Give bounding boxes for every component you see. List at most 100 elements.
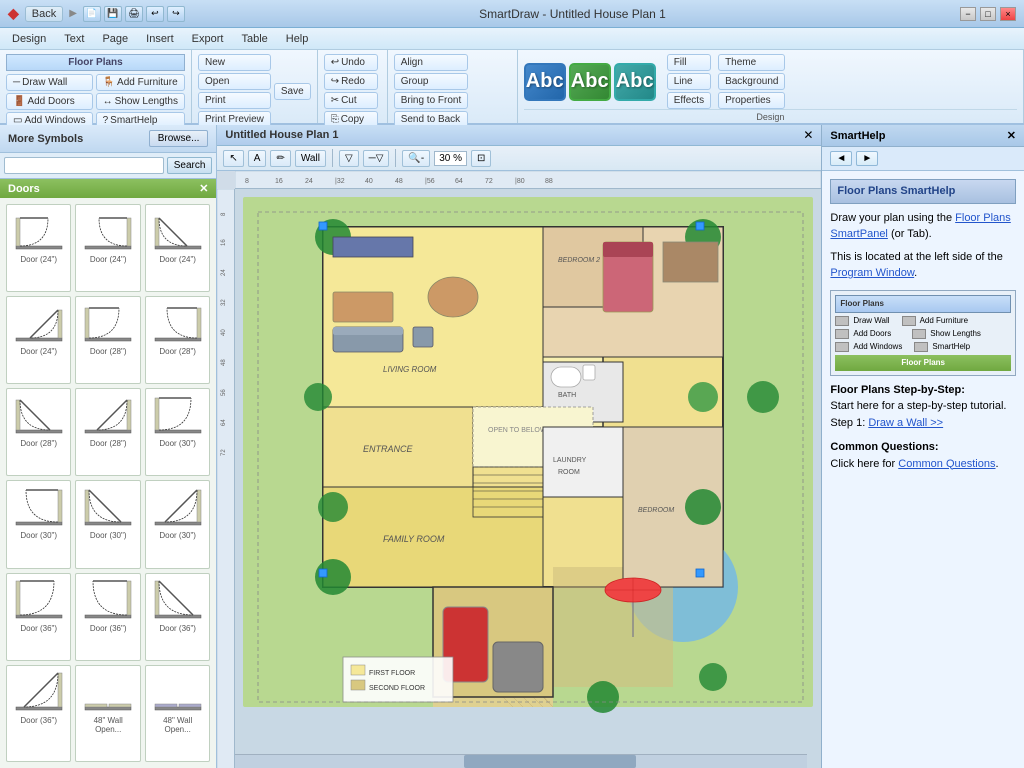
menu-page[interactable]: Page: [94, 31, 136, 47]
background-btn[interactable]: Background: [718, 73, 785, 90]
door-label: Door (30"): [90, 531, 127, 540]
list-item[interactable]: Door (30"): [75, 480, 140, 568]
smarthelp-forward-btn[interactable]: ►: [856, 151, 878, 166]
common-questions-link[interactable]: Common Questions: [898, 458, 995, 470]
left-panel: More Symbols Browse... Search Doors ✕: [0, 125, 217, 768]
style-abc-1[interactable]: Abc: [524, 63, 566, 101]
add-doors-btn[interactable]: 🚪 Add Doors: [6, 93, 93, 110]
list-item[interactable]: 48" Wall Open...: [75, 665, 140, 762]
svg-text:48: 48: [221, 359, 227, 366]
list-item[interactable]: Door (28"): [6, 388, 71, 476]
svg-text:16: 16: [221, 239, 227, 246]
undo-btn[interactable]: ↩ Undo: [324, 54, 378, 71]
list-item[interactable]: Door (36"): [75, 573, 140, 661]
doors-close-icon[interactable]: ✕: [199, 182, 208, 195]
h-scrollbar-thumb[interactable]: [464, 755, 636, 768]
save-btn[interactable]: Save: [274, 83, 311, 100]
bring-front-btn[interactable]: Bring to Front: [394, 92, 469, 109]
new-doc-icon[interactable]: 📄: [83, 6, 101, 22]
print-icon[interactable]: 🖨: [125, 6, 143, 22]
search-input[interactable]: [4, 157, 164, 174]
menu-help[interactable]: Help: [278, 31, 317, 47]
canvas-viewport[interactable]: LIVING ROOM MASTER BEDROOM BEDROOM 2 BAT…: [235, 189, 821, 768]
redo-btn[interactable]: ↪ Redo: [324, 73, 378, 90]
list-item[interactable]: Door (24"): [145, 204, 210, 292]
canvas-header-controls: ✕: [803, 128, 813, 142]
list-item[interactable]: Door (36"): [145, 573, 210, 661]
list-item[interactable]: Door (30"): [6, 480, 71, 568]
pen-tool[interactable]: ✏: [270, 150, 290, 167]
select-tool[interactable]: ↖: [223, 150, 243, 167]
save-icon[interactable]: 💾: [104, 6, 122, 22]
list-item[interactable]: Door (24"): [6, 204, 71, 292]
close-canvas-icon[interactable]: ✕: [803, 128, 813, 142]
door-icon: [153, 392, 203, 437]
list-item[interactable]: Door (24"): [75, 204, 140, 292]
browse-button[interactable]: Browse...: [149, 130, 209, 147]
text-tool[interactable]: A: [248, 150, 267, 167]
search-button[interactable]: Search: [167, 157, 213, 174]
fill-btn[interactable]: Fill: [667, 54, 711, 71]
theme-btn[interactable]: Theme: [718, 54, 785, 71]
list-item[interactable]: Door (28"): [75, 296, 140, 384]
align-btn[interactable]: Align: [394, 54, 469, 71]
list-item[interactable]: Door (28"): [145, 296, 210, 384]
app-title: SmartDraw - Untitled House Plan 1: [479, 7, 666, 21]
properties-btn[interactable]: Properties: [718, 92, 785, 109]
list-item[interactable]: 48" Wall Open...: [145, 665, 210, 762]
list-item[interactable]: Door (30"): [145, 480, 210, 568]
door-icon: [14, 577, 64, 622]
minimize-button[interactable]: −: [960, 7, 976, 21]
line-style[interactable]: ─▽: [363, 150, 390, 167]
smarthelp-back-btn[interactable]: ◄: [830, 151, 852, 166]
close-button[interactable]: ×: [1000, 7, 1016, 21]
title-bar-left: ◆ Back ▶ 📄 💾 🖨 ↩ ↪: [8, 5, 185, 22]
open-btn[interactable]: Open: [198, 73, 271, 90]
style-abc-2[interactable]: Abc: [569, 63, 611, 101]
h-scrollbar[interactable]: [235, 754, 807, 768]
zoom-out[interactable]: 🔍-: [402, 150, 430, 167]
redo-icon[interactable]: ↪: [167, 6, 185, 22]
wall-tool[interactable]: Wall: [295, 150, 326, 167]
ribbon-document: New Open Print Print Preview Save Docume…: [192, 50, 318, 123]
door-icon: [83, 669, 133, 714]
menu-export[interactable]: Export: [184, 31, 232, 47]
show-lengths-btn[interactable]: ↔ Show Lengths: [96, 93, 185, 110]
draw-wall-link[interactable]: Draw a Wall >>: [868, 417, 943, 429]
close-smarthelp-icon[interactable]: ✕: [1007, 129, 1016, 142]
shape-select[interactable]: ▽: [339, 150, 359, 167]
cut-btn[interactable]: ✂ Cut: [324, 92, 378, 109]
door-icon: [153, 208, 203, 253]
add-furniture-btn[interactable]: 🪑 Add Furniture: [96, 74, 185, 91]
mini-row-3: Add Windows SmartHelp: [835, 341, 1011, 353]
list-item[interactable]: Door (36"): [6, 665, 71, 762]
menu-text[interactable]: Text: [56, 31, 92, 47]
program-window-link[interactable]: Program Window: [830, 267, 914, 279]
svg-text:72: 72: [221, 449, 227, 456]
list-item[interactable]: Door (24"): [6, 296, 71, 384]
line-btn[interactable]: Line: [667, 73, 711, 90]
restore-button[interactable]: □: [980, 7, 996, 21]
draw-wall-btn[interactable]: ─ Draw Wall: [6, 74, 93, 91]
print-btn[interactable]: Print: [198, 92, 271, 109]
effects-btn[interactable]: Effects: [667, 92, 711, 109]
ribbon: Floor Plans ─ Draw Wall 🚪 Add Doors ▭ Ad…: [0, 50, 1024, 125]
zoom-level[interactable]: 30 %: [434, 151, 467, 166]
menu-design[interactable]: Design: [4, 31, 54, 47]
floor-plans-tab[interactable]: Floor Plans: [6, 54, 185, 71]
undo-icon[interactable]: ↩: [146, 6, 164, 22]
mini-wall-label: Draw Wall: [853, 315, 889, 327]
group-btn[interactable]: Group: [394, 73, 469, 90]
menu-table[interactable]: Table: [233, 31, 275, 47]
back-button[interactable]: Back: [25, 6, 63, 22]
list-item[interactable]: Door (36"): [6, 573, 71, 661]
style-abc-3[interactable]: Abc: [614, 63, 656, 101]
new-btn[interactable]: New: [198, 54, 271, 71]
door-label: Door (36"): [20, 624, 57, 633]
list-item[interactable]: Door (28"): [75, 388, 140, 476]
menu-insert[interactable]: Insert: [138, 31, 182, 47]
zoom-fit[interactable]: ⊡: [471, 150, 491, 167]
canvas-with-ruler: 8 16 24 32 40 48 56 64 72: [217, 189, 821, 768]
list-item[interactable]: Door (30"): [145, 388, 210, 476]
mini-windows-label: Add Windows: [853, 341, 902, 353]
